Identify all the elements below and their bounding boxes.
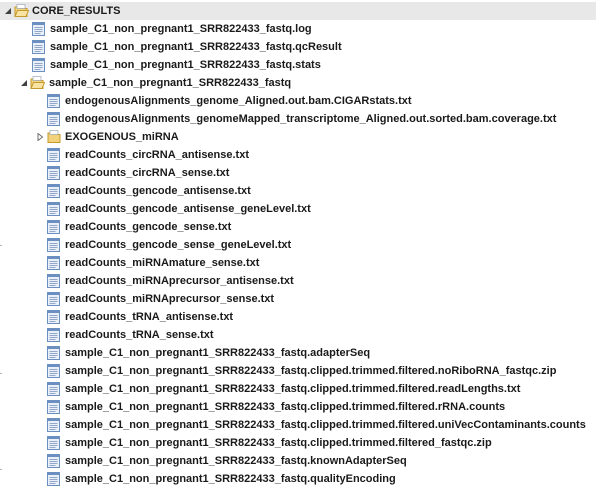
tree-file-item[interactable]: readCounts_circRNA_sense.txt — [0, 164, 596, 182]
folder-label: sample_C1_non_pregnant1_SRR822433_fastq — [49, 77, 292, 89]
file-icon — [32, 58, 46, 72]
scroll-edge-mark — [0, 469, 2, 470]
file-label: sample_C1_non_pregnant1_SRR822433_fastq.… — [50, 59, 321, 71]
tree-file-item[interactable]: readCounts_gencode_antisense_geneLevel.t… — [0, 200, 596, 218]
file-icon — [47, 238, 61, 252]
folder-open-icon — [14, 4, 30, 18]
file-label: sample_C1_non_pregnant1_SRR822433_fastq.… — [65, 401, 506, 413]
file-icon — [47, 346, 61, 360]
file-label: sample_C1_non_pregnant1_SRR822433_fastq.… — [65, 419, 586, 431]
file-label: readCounts_gencode_sense_geneLevel.txt — [65, 239, 292, 251]
file-label: readCounts_circRNA_sense.txt — [65, 167, 230, 179]
tree-file-item[interactable]: readCounts_miRNAprecursor_sense.txt — [0, 290, 596, 308]
file-label: readCounts_gencode_antisense.txt — [65, 185, 251, 197]
file-icon — [47, 166, 61, 180]
file-icon — [47, 220, 61, 234]
file-icon — [47, 400, 61, 414]
folder-open-icon — [30, 76, 46, 90]
expanded-arrow-icon[interactable] — [20, 74, 30, 92]
scroll-edge-mark — [0, 245, 2, 246]
file-label: readCounts_tRNA_antisense.txt — [65, 311, 234, 323]
file-label: sample_C1_non_pregnant1_SRR822433_fastq.… — [65, 383, 521, 395]
tree-file-item[interactable]: readCounts_miRNAprecursor_antisense.txt — [0, 272, 596, 290]
file-label: sample_C1_non_pregnant1_SRR822433_fastq.… — [50, 23, 312, 35]
folder-icon — [47, 130, 61, 144]
tree-file-item[interactable]: readCounts_gencode_antisense.txt — [0, 182, 596, 200]
tree-file-item[interactable]: readCounts_gencode_sense.txt — [0, 218, 596, 236]
file-icon — [47, 364, 61, 378]
tree-file-item[interactable]: endogenousAlignments_genome_Aligned.out.… — [0, 92, 596, 110]
expanded-arrow-icon[interactable] — [4, 2, 14, 20]
scroll-edge-mark — [0, 373, 2, 374]
file-icon — [47, 418, 61, 432]
file-label: sample_C1_non_pregnant1_SRR822433_fastq.… — [50, 41, 342, 53]
tree-file-item[interactable]: sample_C1_non_pregnant1_SRR822433_fastq.… — [0, 380, 596, 398]
file-label: readCounts_miRNAprecursor_antisense.txt — [65, 275, 294, 287]
file-icon — [47, 148, 61, 162]
tree-folder-root[interactable]: CORE_RESULTS — [0, 2, 596, 20]
file-label: readCounts_gencode_sense.txt — [65, 221, 232, 233]
file-icon — [47, 202, 61, 216]
folder-label: CORE_RESULTS — [32, 5, 121, 17]
file-icon — [47, 274, 61, 288]
file-icon — [47, 94, 61, 108]
file-tree: CORE_RESULTS sample_C1_non_pregnant1_SRR8… — [0, 2, 596, 488]
file-icon — [32, 22, 46, 36]
file-icon — [32, 40, 46, 54]
tree-file-item[interactable]: sample_C1_non_pregnant1_SRR822433_fastq.… — [0, 56, 596, 74]
file-icon — [47, 256, 61, 270]
file-label: readCounts_gencode_antisense_geneLevel.t… — [65, 203, 311, 215]
file-icon — [47, 382, 61, 396]
file-label: sample_C1_non_pregnant1_SRR822433_fastq.… — [65, 365, 557, 377]
file-icon — [47, 310, 61, 324]
tree-file-item[interactable]: sample_C1_non_pregnant1_SRR822433_fastq.… — [0, 434, 596, 452]
tree-file-item[interactable]: readCounts_tRNA_antisense.txt — [0, 308, 596, 326]
folder-label: EXOGENOUS_miRNA — [65, 131, 179, 143]
file-icon — [47, 112, 61, 126]
tree-file-item[interactable]: sample_C1_non_pregnant1_SRR822433_fastq.… — [0, 452, 596, 470]
file-label: sample_C1_non_pregnant1_SRR822433_fastq.… — [65, 473, 396, 485]
file-label: readCounts_miRNAprecursor_sense.txt — [65, 293, 275, 305]
file-icon — [47, 328, 61, 342]
file-label: sample_C1_non_pregnant1_SRR822433_fastq.… — [65, 437, 492, 449]
file-icon — [47, 454, 61, 468]
file-label: readCounts_miRNAmature_sense.txt — [65, 257, 260, 269]
tree-file-item[interactable]: sample_C1_non_pregnant1_SRR822433_fastq.… — [0, 38, 596, 56]
tree-file-item[interactable]: sample_C1_non_pregnant1_SRR822433_fastq.… — [0, 416, 596, 434]
file-label: sample_C1_non_pregnant1_SRR822433_fastq.… — [65, 347, 371, 359]
file-label: readCounts_tRNA_sense.txt — [65, 329, 214, 341]
file-icon — [47, 184, 61, 198]
tree-file-item[interactable]: readCounts_miRNAmature_sense.txt — [0, 254, 596, 272]
tree-file-item[interactable]: sample_C1_non_pregnant1_SRR822433_fastq.… — [0, 398, 596, 416]
file-icon — [47, 472, 61, 486]
tree-file-item[interactable]: sample_C1_non_pregnant1_SRR822433_fastq.… — [0, 470, 596, 488]
tree-folder-sample[interactable]: sample_C1_non_pregnant1_SRR822433_fastq — [0, 74, 596, 92]
file-label: endogenousAlignments_genomeMapped_transc… — [65, 113, 557, 125]
tree-file-item[interactable]: sample_C1_non_pregnant1_SRR822433_fastq.… — [0, 344, 596, 362]
tree-file-item[interactable]: endogenousAlignments_genomeMapped_transc… — [0, 110, 596, 128]
tree-file-item[interactable]: sample_C1_non_pregnant1_SRR822433_fastq.… — [0, 362, 596, 380]
tree-file-item[interactable]: sample_C1_non_pregnant1_SRR822433_fastq.… — [0, 20, 596, 38]
file-icon — [47, 436, 61, 450]
tree-file-item[interactable]: readCounts_tRNA_sense.txt — [0, 326, 596, 344]
tree-file-item[interactable]: readCounts_gencode_sense_geneLevel.txt — [0, 236, 596, 254]
tree-folder-exogenous[interactable]: EXOGENOUS_miRNA — [0, 128, 596, 146]
tree-file-item[interactable]: readCounts_circRNA_antisense.txt — [0, 146, 596, 164]
file-label: sample_C1_non_pregnant1_SRR822433_fastq.… — [65, 455, 407, 467]
file-label: endogenousAlignments_genome_Aligned.out.… — [65, 95, 412, 107]
file-icon — [47, 292, 61, 306]
collapsed-arrow-icon[interactable] — [36, 128, 46, 146]
file-label: readCounts_circRNA_antisense.txt — [65, 149, 250, 161]
